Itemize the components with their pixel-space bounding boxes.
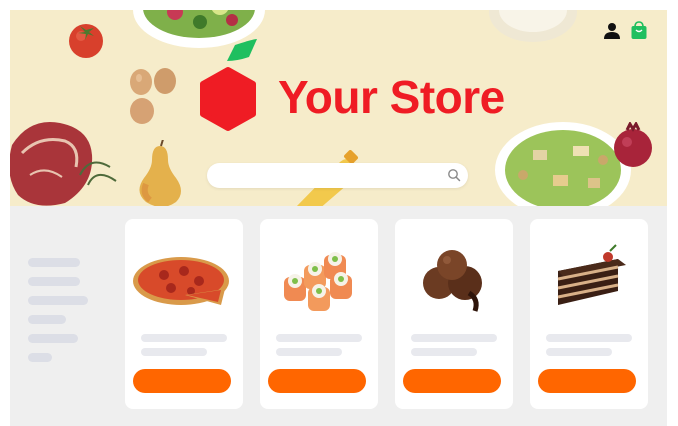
product-card-ice-cream[interactable]	[395, 219, 513, 409]
product-card-pizza[interactable]	[125, 219, 243, 409]
product-price-placeholder	[411, 348, 477, 356]
caesar-salad-image	[495, 122, 631, 206]
product-title-placeholder	[141, 334, 227, 342]
user-icon[interactable]	[603, 22, 621, 40]
sushi-image	[284, 252, 352, 311]
store-name: Your Store	[278, 71, 505, 123]
meat-image	[10, 122, 117, 206]
add-to-cart-button[interactable]	[403, 369, 501, 393]
tomato-image	[69, 24, 103, 58]
sidebar-item[interactable]	[28, 258, 80, 267]
add-to-cart-button[interactable]	[133, 369, 231, 393]
store-logo-icon	[200, 39, 257, 131]
search-input[interactable]	[207, 163, 442, 188]
product-title-placeholder	[411, 334, 497, 342]
sidebar-item[interactable]	[28, 334, 78, 343]
plate-image	[489, 10, 577, 42]
pear-image	[139, 140, 181, 206]
add-to-cart-button[interactable]	[268, 369, 366, 393]
ice-cream-image	[423, 250, 482, 312]
search-bar[interactable]	[207, 163, 468, 188]
sidebar-item[interactable]	[28, 277, 80, 286]
product-card-sushi[interactable]	[260, 219, 378, 409]
sidebar-item[interactable]	[28, 353, 52, 362]
add-to-cart-button[interactable]	[538, 369, 636, 393]
sidebar-item[interactable]	[28, 296, 88, 305]
product-price-placeholder	[546, 348, 612, 356]
hero-banner: Your Store	[10, 10, 667, 206]
product-title-placeholder	[276, 334, 362, 342]
pomegranate-image	[614, 122, 652, 167]
sidebar-item[interactable]	[28, 315, 66, 324]
shopping-bag-icon[interactable]	[630, 21, 648, 40]
cake-image	[557, 244, 626, 305]
pizza-image	[133, 257, 229, 305]
search-icon[interactable]	[447, 168, 461, 182]
store-window: Your Store	[10, 10, 667, 426]
eggs-image	[130, 68, 176, 124]
product-title-placeholder	[546, 334, 632, 342]
product-price-placeholder	[141, 348, 207, 356]
product-price-placeholder	[276, 348, 342, 356]
product-card-cake[interactable]	[530, 219, 648, 409]
